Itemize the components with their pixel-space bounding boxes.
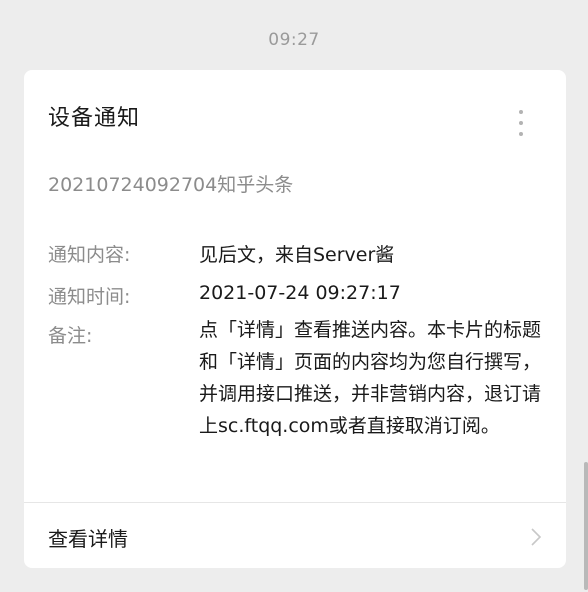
field-label-remark: 备注: (48, 325, 93, 347)
field-value-content: 见后文，来自Server酱 (199, 244, 395, 266)
notification-card[interactable]: 设备通知 20210724092704知乎头条 通知内容: 见后文，来自Serv… (24, 70, 566, 568)
field-label-content: 通知内容: (48, 244, 131, 266)
more-vertical-icon[interactable] (518, 110, 524, 140)
card-subtitle: 20210724092704知乎头条 (48, 174, 294, 196)
field-value-time: 2021-07-24 09:27:17 (199, 282, 401, 304)
view-details-link[interactable]: 查看详情 (24, 503, 566, 568)
field-label-time: 通知时间: (48, 286, 131, 308)
view-details-label: 查看详情 (48, 527, 128, 551)
chevron-right-icon (531, 528, 542, 546)
card-title: 设备通知 (48, 106, 141, 131)
field-value-remark: 点「详情」查看推送内容。本卡片的标题和「详情」页面的内容均为您自行撰写，并调用接… (199, 319, 542, 437)
scrollbar[interactable] (584, 462, 588, 590)
chat-page: 09:27 设备通知 20210724092704知乎头条 通知内容: 见后文，… (0, 0, 588, 592)
message-timestamp: 09:27 (268, 30, 320, 50)
